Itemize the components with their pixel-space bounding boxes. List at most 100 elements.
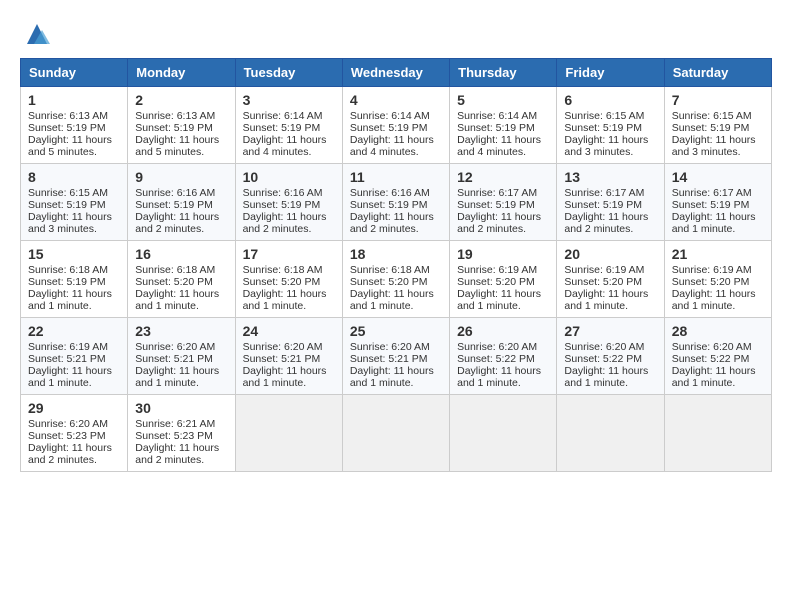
sunset-text: Sunset: 5:19 PM xyxy=(564,199,642,211)
calendar-cell: 20 Sunrise: 6:19 AM Sunset: 5:20 PM Dayl… xyxy=(557,241,664,318)
sunrise-text: Sunrise: 6:16 AM xyxy=(243,187,323,199)
calendar-cell: 29 Sunrise: 6:20 AM Sunset: 5:23 PM Dayl… xyxy=(21,395,128,472)
day-number: 11 xyxy=(350,169,442,185)
calendar-cell: 18 Sunrise: 6:18 AM Sunset: 5:20 PM Dayl… xyxy=(342,241,449,318)
day-number: 28 xyxy=(672,323,764,339)
day-number: 30 xyxy=(135,400,227,416)
sunset-text: Sunset: 5:20 PM xyxy=(243,276,321,288)
sunset-text: Sunset: 5:20 PM xyxy=(672,276,750,288)
day-number: 8 xyxy=(28,169,120,185)
sunrise-text: Sunrise: 6:16 AM xyxy=(135,187,215,199)
sunrise-text: Sunrise: 6:20 AM xyxy=(672,341,752,353)
weekday-header-monday: Monday xyxy=(128,59,235,87)
calendar-cell: 8 Sunrise: 6:15 AM Sunset: 5:19 PM Dayli… xyxy=(21,164,128,241)
calendar-cell: 26 Sunrise: 6:20 AM Sunset: 5:22 PM Dayl… xyxy=(450,318,557,395)
calendar-cell: 23 Sunrise: 6:20 AM Sunset: 5:21 PM Dayl… xyxy=(128,318,235,395)
sunrise-text: Sunrise: 6:16 AM xyxy=(350,187,430,199)
sunrise-text: Sunrise: 6:14 AM xyxy=(350,110,430,122)
sunrise-text: Sunrise: 6:14 AM xyxy=(243,110,323,122)
calendar-cell: 12 Sunrise: 6:17 AM Sunset: 5:19 PM Dayl… xyxy=(450,164,557,241)
sunset-text: Sunset: 5:21 PM xyxy=(135,353,213,365)
day-number: 10 xyxy=(243,169,335,185)
day-number: 5 xyxy=(457,92,549,108)
sunset-text: Sunset: 5:22 PM xyxy=(564,353,642,365)
calendar-cell xyxy=(342,395,449,472)
sunset-text: Sunset: 5:22 PM xyxy=(457,353,535,365)
sunrise-text: Sunrise: 6:20 AM xyxy=(564,341,644,353)
daylight-label: Daylight: 11 hours and 1 minute. xyxy=(564,365,648,389)
daylight-label: Daylight: 11 hours and 2 minutes. xyxy=(564,211,648,235)
sunset-text: Sunset: 5:20 PM xyxy=(564,276,642,288)
daylight-label: Daylight: 11 hours and 1 minute. xyxy=(350,288,434,312)
calendar-cell: 17 Sunrise: 6:18 AM Sunset: 5:20 PM Dayl… xyxy=(235,241,342,318)
sunrise-text: Sunrise: 6:20 AM xyxy=(243,341,323,353)
sunrise-text: Sunrise: 6:19 AM xyxy=(28,341,108,353)
day-number: 29 xyxy=(28,400,120,416)
sunrise-text: Sunrise: 6:20 AM xyxy=(28,418,108,430)
daylight-label: Daylight: 11 hours and 2 minutes. xyxy=(28,442,112,466)
sunset-text: Sunset: 5:20 PM xyxy=(135,276,213,288)
day-number: 6 xyxy=(564,92,656,108)
daylight-label: Daylight: 11 hours and 1 minute. xyxy=(243,288,327,312)
sunrise-text: Sunrise: 6:19 AM xyxy=(672,264,752,276)
day-number: 24 xyxy=(243,323,335,339)
day-number: 15 xyxy=(28,246,120,262)
daylight-label: Daylight: 11 hours and 1 minute. xyxy=(672,365,756,389)
sunrise-text: Sunrise: 6:18 AM xyxy=(28,264,108,276)
daylight-label: Daylight: 11 hours and 2 minutes. xyxy=(135,211,219,235)
page-header xyxy=(20,20,772,48)
day-number: 19 xyxy=(457,246,549,262)
day-number: 21 xyxy=(672,246,764,262)
logo xyxy=(20,20,52,48)
daylight-label: Daylight: 11 hours and 1 minute. xyxy=(28,288,112,312)
daylight-label: Daylight: 11 hours and 1 minute. xyxy=(672,288,756,312)
calendar-cell: 24 Sunrise: 6:20 AM Sunset: 5:21 PM Dayl… xyxy=(235,318,342,395)
daylight-label: Daylight: 11 hours and 1 minute. xyxy=(243,365,327,389)
daylight-label: Daylight: 11 hours and 3 minutes. xyxy=(672,134,756,158)
daylight-label: Daylight: 11 hours and 1 minute. xyxy=(672,211,756,235)
calendar-week-row-1: 1 Sunrise: 6:13 AM Sunset: 5:19 PM Dayli… xyxy=(21,87,772,164)
weekday-header-friday: Friday xyxy=(557,59,664,87)
daylight-label: Daylight: 11 hours and 5 minutes. xyxy=(28,134,112,158)
sunrise-text: Sunrise: 6:18 AM xyxy=(350,264,430,276)
calendar-week-row-2: 8 Sunrise: 6:15 AM Sunset: 5:19 PM Dayli… xyxy=(21,164,772,241)
sunrise-text: Sunrise: 6:14 AM xyxy=(457,110,537,122)
sunrise-text: Sunrise: 6:15 AM xyxy=(564,110,644,122)
sunset-text: Sunset: 5:23 PM xyxy=(28,430,106,442)
daylight-label: Daylight: 11 hours and 1 minute. xyxy=(28,365,112,389)
calendar-cell: 21 Sunrise: 6:19 AM Sunset: 5:20 PM Dayl… xyxy=(664,241,771,318)
daylight-label: Daylight: 11 hours and 1 minute. xyxy=(135,365,219,389)
day-number: 17 xyxy=(243,246,335,262)
day-number: 12 xyxy=(457,169,549,185)
daylight-label: Daylight: 11 hours and 2 minutes. xyxy=(243,211,327,235)
sunset-text: Sunset: 5:19 PM xyxy=(350,122,428,134)
day-number: 13 xyxy=(564,169,656,185)
day-number: 22 xyxy=(28,323,120,339)
calendar-cell: 27 Sunrise: 6:20 AM Sunset: 5:22 PM Dayl… xyxy=(557,318,664,395)
calendar-cell: 3 Sunrise: 6:14 AM Sunset: 5:19 PM Dayli… xyxy=(235,87,342,164)
calendar-cell xyxy=(235,395,342,472)
daylight-label: Daylight: 11 hours and 1 minute. xyxy=(564,288,648,312)
sunset-text: Sunset: 5:19 PM xyxy=(672,122,750,134)
sunset-text: Sunset: 5:19 PM xyxy=(135,122,213,134)
sunset-text: Sunset: 5:19 PM xyxy=(457,122,535,134)
calendar-table: SundayMondayTuesdayWednesdayThursdayFrid… xyxy=(20,58,772,472)
sunset-text: Sunset: 5:22 PM xyxy=(672,353,750,365)
weekday-header-sunday: Sunday xyxy=(21,59,128,87)
daylight-label: Daylight: 11 hours and 1 minute. xyxy=(457,365,541,389)
sunrise-text: Sunrise: 6:17 AM xyxy=(672,187,752,199)
weekday-header-thursday: Thursday xyxy=(450,59,557,87)
day-number: 27 xyxy=(564,323,656,339)
calendar-cell: 28 Sunrise: 6:20 AM Sunset: 5:22 PM Dayl… xyxy=(664,318,771,395)
calendar-cell xyxy=(450,395,557,472)
daylight-label: Daylight: 11 hours and 1 minute. xyxy=(457,288,541,312)
day-number: 1 xyxy=(28,92,120,108)
daylight-label: Daylight: 11 hours and 2 minutes. xyxy=(135,442,219,466)
sunrise-text: Sunrise: 6:20 AM xyxy=(135,341,215,353)
daylight-label: Daylight: 11 hours and 3 minutes. xyxy=(564,134,648,158)
sunrise-text: Sunrise: 6:19 AM xyxy=(457,264,537,276)
sunrise-text: Sunrise: 6:13 AM xyxy=(28,110,108,122)
sunset-text: Sunset: 5:19 PM xyxy=(350,199,428,211)
day-number: 16 xyxy=(135,246,227,262)
sunset-text: Sunset: 5:23 PM xyxy=(135,430,213,442)
